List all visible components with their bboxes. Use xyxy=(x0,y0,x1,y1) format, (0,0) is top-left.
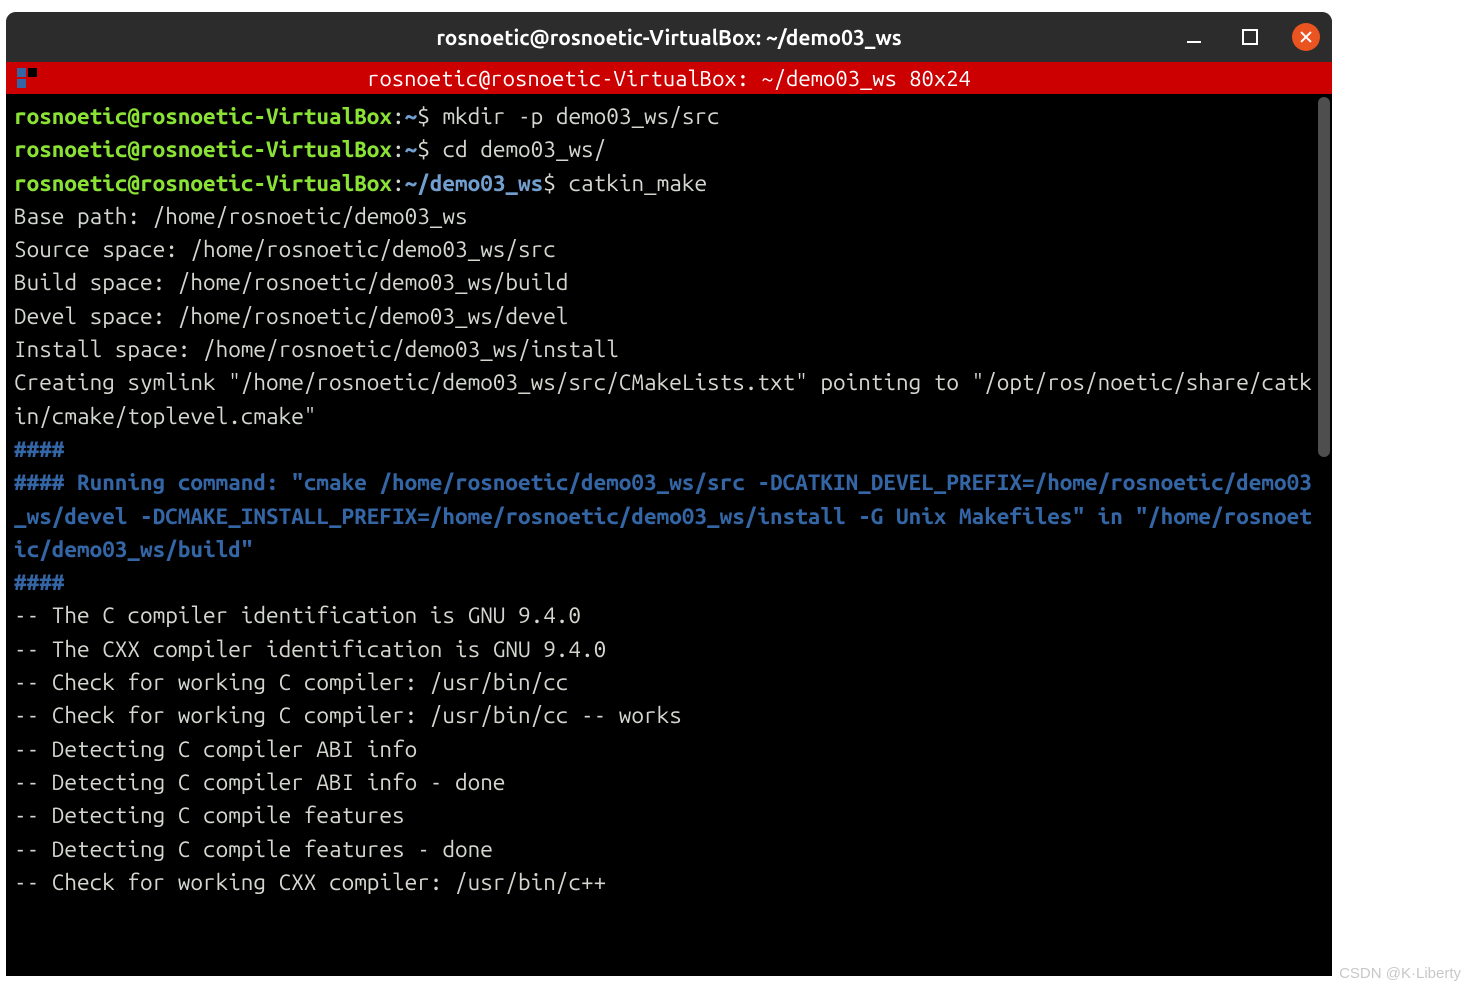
watermark-text: CSDN @K·Liberty xyxy=(1339,965,1461,982)
output-line: -- Detecting C compile features xyxy=(14,803,405,828)
prompt-dollar: $ xyxy=(417,104,442,129)
terminator-icon[interactable] xyxy=(16,67,38,89)
output-heading: in xyxy=(1085,504,1135,529)
output-line: -- Check for working CXX compiler: /usr/… xyxy=(14,870,606,895)
terminal-output[interactable]: rosnoetic@rosnoetic-VirtualBox:~$ mkdir … xyxy=(6,94,1332,976)
output-line: Build space: /home/rosnoetic/demo03_ws/b… xyxy=(14,270,568,295)
close-button[interactable] xyxy=(1292,23,1320,51)
prompt-path: ~ xyxy=(405,137,418,162)
prompt-userhost: rosnoetic@rosnoetic-VirtualBox xyxy=(14,104,392,129)
scrollbar-thumb[interactable] xyxy=(1318,97,1330,457)
output-line: -- The C compiler identification is GNU … xyxy=(14,603,581,628)
prompt-path: ~/demo03_ws xyxy=(405,171,544,196)
prompt-dollar: $ xyxy=(417,137,442,162)
command-text: catkin_make xyxy=(568,171,707,196)
prompt-sep: : xyxy=(392,137,405,162)
command-text: cd demo03_ws/ xyxy=(442,137,606,162)
prompt-sep: : xyxy=(392,104,405,129)
output-heading: #### xyxy=(14,437,64,462)
terminal-window: rosnoetic@rosnoetic-VirtualBox: ~/demo03… xyxy=(6,12,1332,976)
output-line: Install space: /home/rosnoetic/demo03_ws… xyxy=(14,337,619,362)
output-line: Base path: /home/rosnoetic/demo03_ws xyxy=(14,204,468,229)
output-line: -- Detecting C compiler ABI info xyxy=(14,737,417,762)
output-line: Creating symlink "/home/rosnoetic/demo03… xyxy=(14,370,1312,428)
tab-title: rosnoetic@rosnoetic-VirtualBox: ~/demo03… xyxy=(367,66,971,91)
terminal-text[interactable]: rosnoetic@rosnoetic-VirtualBox:~$ mkdir … xyxy=(14,100,1324,899)
prompt-userhost: rosnoetic@rosnoetic-VirtualBox xyxy=(14,171,392,196)
output-line: Source space: /home/rosnoetic/demo03_ws/… xyxy=(14,237,556,262)
output-line: -- Check for working C compiler: /usr/bi… xyxy=(14,703,682,728)
window-titlebar[interactable]: rosnoetic@rosnoetic-VirtualBox: ~/demo03… xyxy=(6,12,1332,62)
output-line: Devel space: /home/rosnoetic/demo03_ws/d… xyxy=(14,304,568,329)
prompt-dollar: $ xyxy=(543,171,568,196)
prompt-path: ~ xyxy=(405,104,418,129)
command-text: mkdir -p demo03_ws/src xyxy=(442,104,719,129)
terminal-tab-bar: rosnoetic@rosnoetic-VirtualBox: ~/demo03… xyxy=(6,62,1332,94)
output-line: -- Detecting C compile features - done xyxy=(14,837,493,862)
prompt-userhost: rosnoetic@rosnoetic-VirtualBox xyxy=(14,137,392,162)
minimize-button[interactable] xyxy=(1180,23,1208,51)
output-line: -- Detecting C compiler ABI info - done xyxy=(14,770,505,795)
window-controls xyxy=(1180,12,1320,62)
prompt-sep: : xyxy=(392,171,405,196)
output-line: -- The CXX compiler identification is GN… xyxy=(14,637,606,662)
window-title: rosnoetic@rosnoetic-VirtualBox: ~/demo03… xyxy=(436,25,901,49)
output-heading: #### xyxy=(14,570,64,595)
maximize-button[interactable] xyxy=(1236,23,1264,51)
output-heading: #### Running command: xyxy=(14,470,291,495)
output-line: -- Check for working C compiler: /usr/bi… xyxy=(14,670,568,695)
